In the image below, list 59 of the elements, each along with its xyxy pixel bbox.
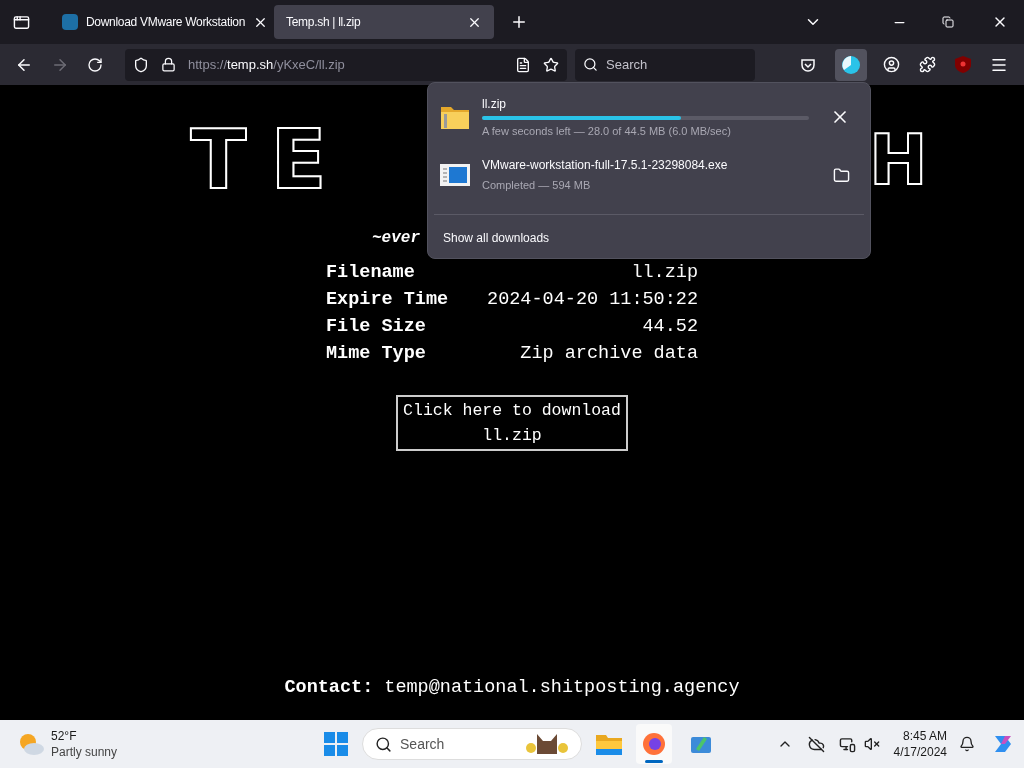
clock-time[interactable]: 8:45 AM	[902, 728, 947, 744]
field-value: Zip archive data	[520, 341, 698, 366]
download-filename: ll.zip	[482, 95, 507, 113]
search-field[interactable]: Search	[575, 48, 755, 81]
shield-extension-icon[interactable]	[955, 56, 971, 73]
shield-icon	[133, 56, 149, 73]
restore-icon[interactable]	[942, 16, 954, 28]
lock-icon	[161, 57, 176, 72]
contact-label: Contact:	[284, 676, 374, 701]
weather-temperature[interactable]: 52°F	[51, 728, 118, 744]
clock-date[interactable]: 4/17/2024	[893, 744, 947, 760]
volume-muted-icon[interactable]	[863, 736, 880, 752]
bookmark-star-icon[interactable]	[543, 56, 559, 73]
tagline: ~ever	[372, 229, 420, 247]
tab-list-icon[interactable]	[12, 13, 30, 31]
cloud-off-icon[interactable]	[807, 735, 825, 753]
extensions-icon[interactable]	[919, 56, 936, 73]
logo-text: H	[868, 125, 928, 195]
site-favicon	[62, 14, 78, 30]
download-status: Completed — 594 MB	[482, 178, 592, 194]
tab-title: Download VMware Workstation	[86, 14, 246, 31]
field-value: ll.zip	[631, 260, 698, 285]
field-label: Mime Type	[326, 341, 426, 366]
downloads-button[interactable]	[835, 48, 867, 81]
download-progress-icon	[841, 54, 861, 75]
field-label: File Size	[326, 314, 426, 339]
field-value: 44.52	[642, 314, 698, 339]
field-value: 2024-04-20 11:50:22	[487, 287, 698, 312]
browser-tab[interactable]: Download VMware Workstation	[50, 5, 270, 39]
tab-title: Temp.sh | ll.zip	[286, 14, 362, 31]
notification-icon[interactable]	[959, 736, 975, 752]
contact-email[interactable]: temp@national.shitposting.agency	[384, 674, 740, 702]
url-text: https://temp.sh/yKxeC/ll.zip	[188, 55, 346, 74]
weather-condition[interactable]: Partly sunny	[51, 744, 118, 760]
field-label: Expire Time	[326, 287, 449, 312]
partly-sunny-icon	[17, 731, 45, 757]
browser-tab[interactable]: Temp.sh | ll.zip	[274, 5, 494, 39]
fox-globe-icon	[642, 732, 667, 756]
download-status: A few seconds left — 28.0 of 44.5 MB (6.0 MB/sec)	[482, 123, 732, 139]
field-label: Filename	[326, 260, 415, 285]
download-button[interactable]: Click here to download ll.zip	[396, 395, 628, 451]
reload-icon[interactable]	[87, 56, 103, 73]
logo-text: TE	[190, 119, 351, 201]
network-icon[interactable]	[838, 735, 856, 753]
zip-folder-icon	[440, 104, 470, 130]
start-icon[interactable]	[324, 732, 349, 756]
search-icon	[375, 735, 393, 753]
search-icon	[583, 57, 598, 72]
folder-icon[interactable]	[833, 166, 850, 184]
download-filename: VMware-workstation-full-17.5.1-23298084.exe	[482, 157, 729, 175]
account-icon[interactable]	[883, 56, 900, 73]
installer-icon	[440, 162, 470, 188]
taskbar-search-field[interactable]: Search	[362, 728, 583, 760]
pocket-icon[interactable]	[800, 56, 816, 73]
reader-view-icon[interactable]	[515, 56, 531, 73]
firefox-taskbar-button[interactable]	[636, 724, 673, 764]
show-all-downloads-link[interactable]: Show all downloads	[443, 229, 870, 247]
address-bar[interactable]: https://temp.sh/yKxeC/ll.zip	[125, 48, 567, 81]
new-tab-icon[interactable]	[510, 13, 528, 31]
